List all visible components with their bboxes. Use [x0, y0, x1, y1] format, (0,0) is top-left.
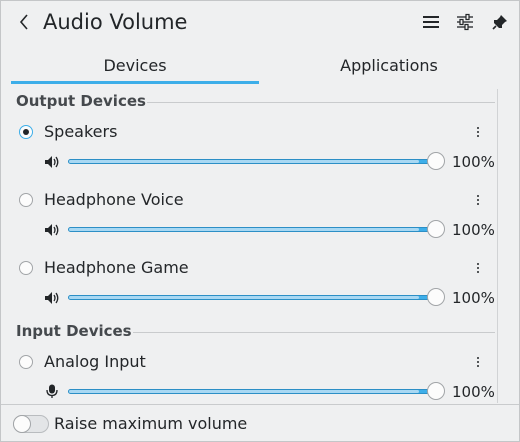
volume-slider-analog-input[interactable]	[68, 382, 445, 402]
toggle-knob	[13, 415, 31, 433]
footer: Raise maximum volume	[1, 404, 519, 442]
radio-speakers[interactable]	[19, 125, 33, 139]
volume-percent: 100%	[452, 383, 495, 401]
volume-slider-headphone-game[interactable]	[68, 288, 445, 308]
slider-fill	[69, 160, 419, 163]
pin-icon	[492, 15, 507, 30]
device-label: Headphone Voice	[44, 190, 184, 209]
kebab-dot	[477, 263, 479, 265]
device-menu-button[interactable]	[471, 354, 485, 370]
back-icon	[19, 14, 28, 30]
radio-analog-input[interactable]	[19, 355, 33, 369]
tab-bar: Devices Applications	[11, 45, 509, 85]
speaker-volume-icon[interactable]	[44, 155, 60, 169]
volume-slider-headphone-voice[interactable]	[68, 220, 445, 240]
device-menu-button[interactable]	[471, 192, 485, 208]
kebab-dot	[477, 365, 479, 367]
section-header-input: Input Devices	[16, 322, 132, 340]
raise-max-volume-toggle[interactable]	[13, 415, 49, 433]
audio-volume-window: Audio Volume Devices Applications Output…	[0, 0, 520, 442]
radio-headphone-voice[interactable]	[19, 193, 33, 207]
slider-fill	[69, 390, 419, 393]
volume-percent: 100%	[452, 221, 495, 239]
microphone-icon[interactable]	[44, 384, 60, 398]
slider-handle[interactable]	[427, 152, 445, 170]
back-button[interactable]	[13, 10, 35, 34]
tab-applications[interactable]: Applications	[263, 45, 515, 85]
header: Audio Volume	[1, 1, 519, 43]
hamburger-menu-icon	[423, 16, 439, 28]
pin-button[interactable]	[490, 12, 510, 32]
device-menu-button[interactable]	[471, 260, 485, 276]
page-title: Audio Volume	[43, 10, 188, 34]
device-label: Headphone Game	[44, 258, 189, 277]
volume-percent: 100%	[452, 289, 495, 307]
menu-button[interactable]	[421, 12, 441, 32]
kebab-dot	[477, 203, 479, 205]
kebab-dot	[477, 135, 479, 137]
device-label: Speakers	[44, 122, 118, 141]
tab-devices[interactable]: Devices	[11, 45, 259, 85]
tab-applications-label: Applications	[340, 55, 438, 75]
kebab-dot	[477, 271, 479, 273]
settings-sliders-icon	[457, 13, 473, 31]
active-tab-indicator	[11, 81, 259, 84]
kebab-dot	[477, 361, 479, 363]
kebab-dot	[477, 127, 479, 129]
slider-fill	[69, 228, 419, 231]
slider-fill	[69, 296, 419, 299]
device-menu-button[interactable]	[471, 124, 485, 140]
volume-percent: 100%	[452, 153, 495, 171]
device-list: Output Devices Speakers 100% Headphone V…	[1, 87, 519, 403]
scroll-area-edge	[497, 89, 498, 403]
speaker-volume-icon[interactable]	[44, 291, 60, 305]
section-divider	[133, 332, 495, 333]
kebab-dot	[477, 199, 479, 201]
section-divider	[147, 102, 495, 103]
slider-handle[interactable]	[427, 382, 445, 400]
device-label: Analog Input	[44, 352, 146, 371]
section-header-output: Output Devices	[16, 92, 146, 110]
kebab-dot	[477, 357, 479, 359]
kebab-dot	[477, 267, 479, 269]
radio-headphone-game[interactable]	[19, 261, 33, 275]
slider-handle[interactable]	[427, 288, 445, 306]
kebab-dot	[477, 131, 479, 133]
volume-slider-speakers[interactable]	[68, 152, 445, 172]
raise-max-volume-label[interactable]: Raise maximum volume	[54, 414, 247, 433]
kebab-dot	[477, 195, 479, 197]
speaker-volume-icon[interactable]	[44, 223, 60, 237]
tab-devices-label: Devices	[103, 55, 167, 75]
configure-button[interactable]	[455, 12, 475, 32]
slider-handle[interactable]	[427, 220, 445, 238]
